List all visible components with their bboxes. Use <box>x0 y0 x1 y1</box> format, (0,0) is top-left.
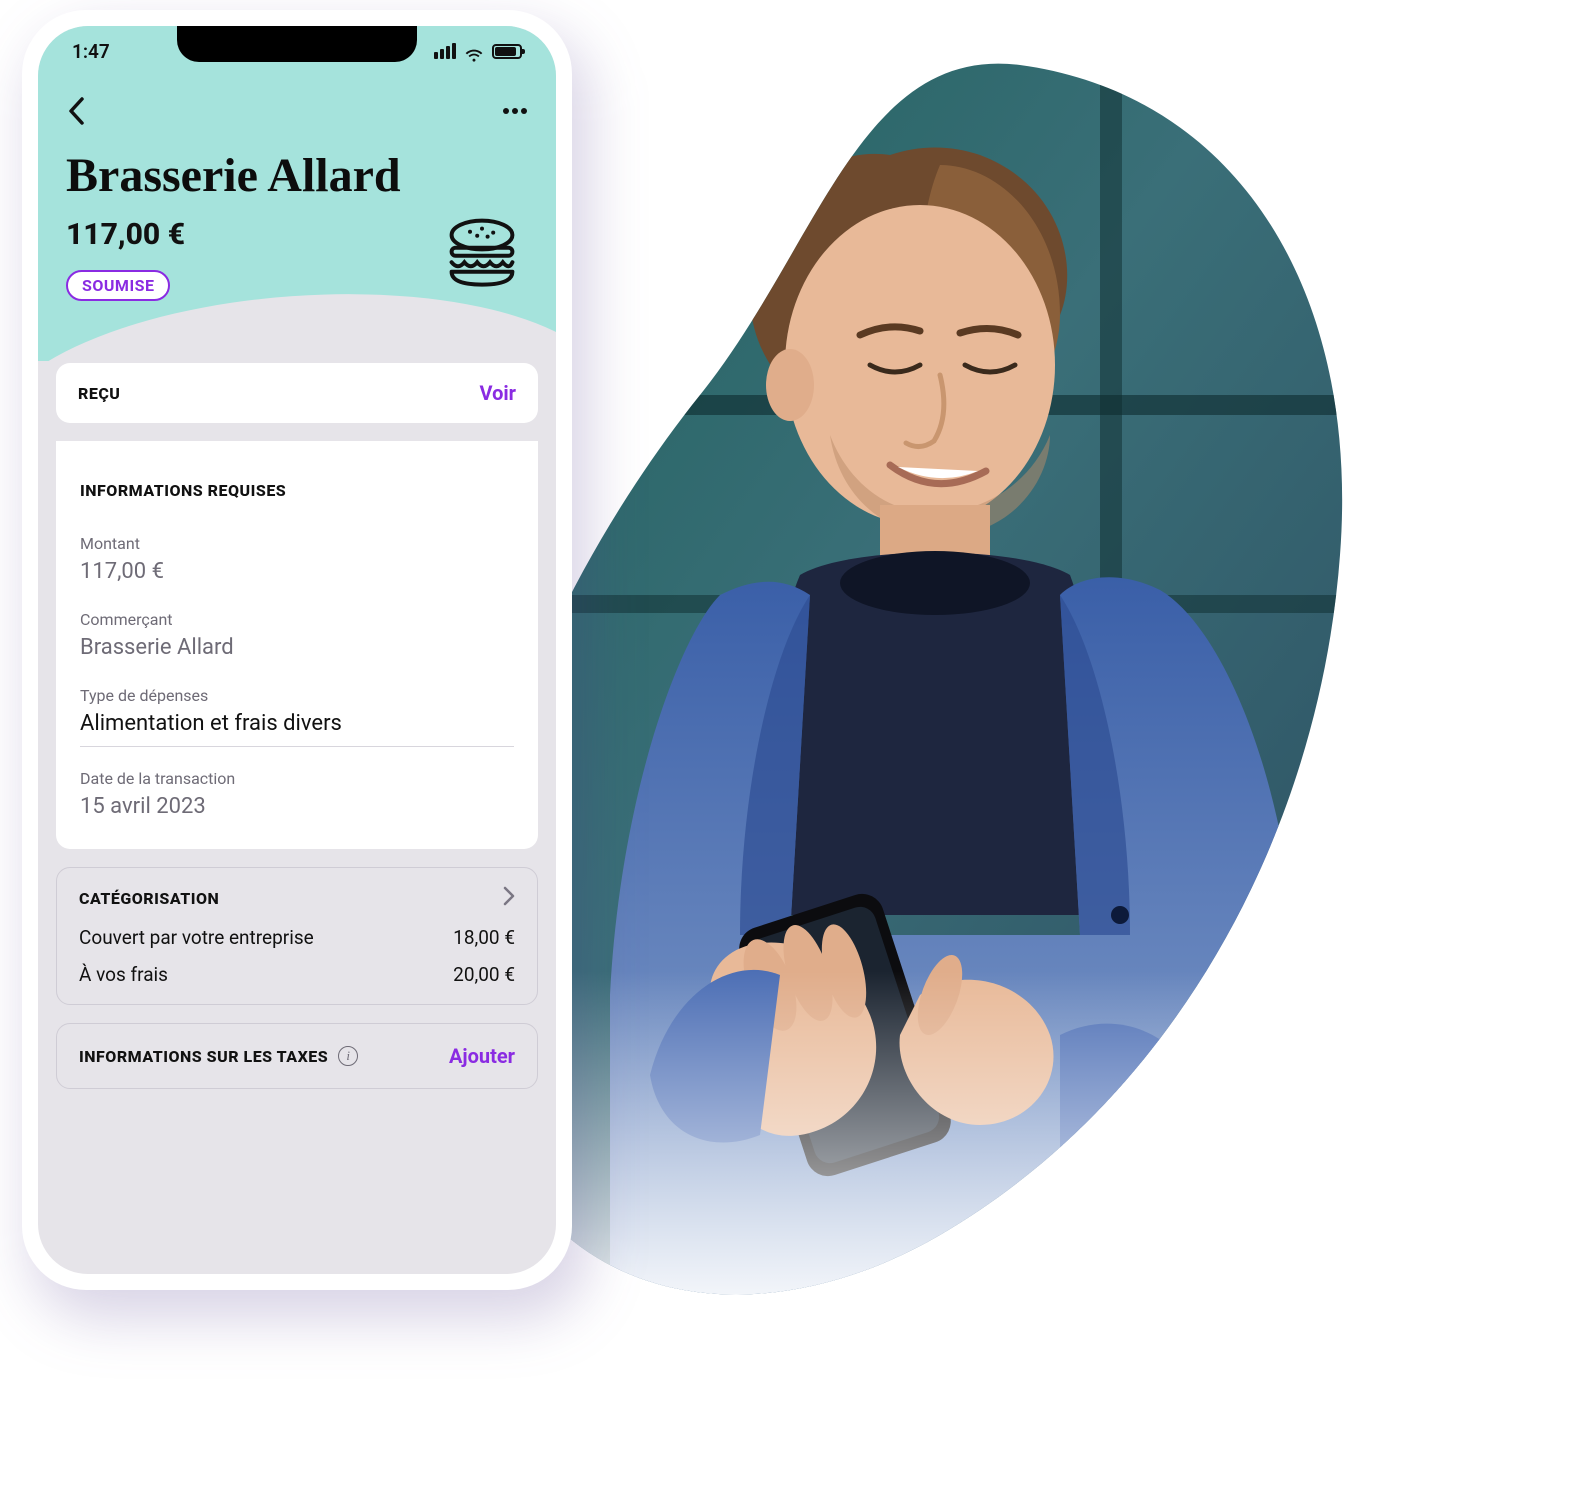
date-value: 15 avril 2023 <box>80 794 514 819</box>
status-time: 1:47 <box>72 40 110 63</box>
amount-value: 117,00 € <box>80 559 514 584</box>
phone-screen: 1:47 Brasserie Allard 11 <box>38 26 556 1274</box>
field-date: Date de la transaction 15 avril 2023 <box>80 769 514 819</box>
add-tax-link[interactable]: Ajouter <box>449 1044 515 1068</box>
merchant-label: Commerçant <box>80 610 514 629</box>
categorisation-row: Couvert par votre entreprise 18,00 € <box>79 926 515 949</box>
required-info-title: INFORMATIONS REQUISES <box>80 481 514 500</box>
cellular-signal-icon <box>434 43 456 59</box>
phone-notch <box>177 26 417 62</box>
expense-type-label: Type de dépenses <box>80 686 514 705</box>
field-merchant: Commerçant Brasserie Allard <box>80 610 514 660</box>
back-icon[interactable] <box>66 96 88 126</box>
categorisation-card[interactable]: CATÉGORISATION Couvert par votre entrepr… <box>56 867 538 1005</box>
expense-header: Brasserie Allard 117,00 € SOUMISE <box>38 26 556 361</box>
categorisation-title: CATÉGORISATION <box>79 889 219 908</box>
field-amount: Montant 117,00 € <box>80 534 514 584</box>
cat-row-label: Couvert par votre entreprise <box>79 926 314 949</box>
burger-icon <box>442 211 522 291</box>
view-receipt-link[interactable]: Voir <box>479 381 516 405</box>
receipt-label: REÇU <box>78 384 120 403</box>
status-indicators <box>434 43 522 59</box>
field-expense-type[interactable]: Type de dépenses Alimentation et frais d… <box>80 686 514 736</box>
expense-content: REÇU Voir INFORMATIONS REQUISES Montant … <box>38 351 556 1109</box>
expense-amount: 117,00 € <box>66 217 185 252</box>
cat-row-value: 18,00 € <box>453 926 515 949</box>
merchant-title: Brasserie Allard <box>66 148 528 203</box>
info-icon[interactable]: i <box>338 1046 358 1066</box>
categorisation-row: À vos frais 20,00 € <box>79 963 515 986</box>
wifi-icon <box>464 44 484 59</box>
required-info-card: INFORMATIONS REQUISES Montant 117,00 € C… <box>56 441 538 849</box>
receipt-card[interactable]: REÇU Voir <box>56 363 538 423</box>
expense-type-value: Alimentation et frais divers <box>80 711 514 736</box>
cat-row-label: À vos frais <box>79 963 168 986</box>
divider <box>80 746 514 747</box>
taxes-card[interactable]: INFORMATIONS SUR LES TAXES i Ajouter <box>56 1023 538 1089</box>
chevron-right-icon <box>503 886 515 910</box>
cat-row-value: 20,00 € <box>453 963 515 986</box>
date-label: Date de la transaction <box>80 769 514 788</box>
more-icon[interactable] <box>502 107 528 115</box>
battery-icon <box>492 44 522 59</box>
phone-frame: 1:47 Brasserie Allard 11 <box>22 10 572 1290</box>
amount-label: Montant <box>80 534 514 553</box>
taxes-title: INFORMATIONS SUR LES TAXES <box>79 1047 328 1066</box>
merchant-value: Brasserie Allard <box>80 635 514 660</box>
status-badge: SOUMISE <box>66 270 170 301</box>
